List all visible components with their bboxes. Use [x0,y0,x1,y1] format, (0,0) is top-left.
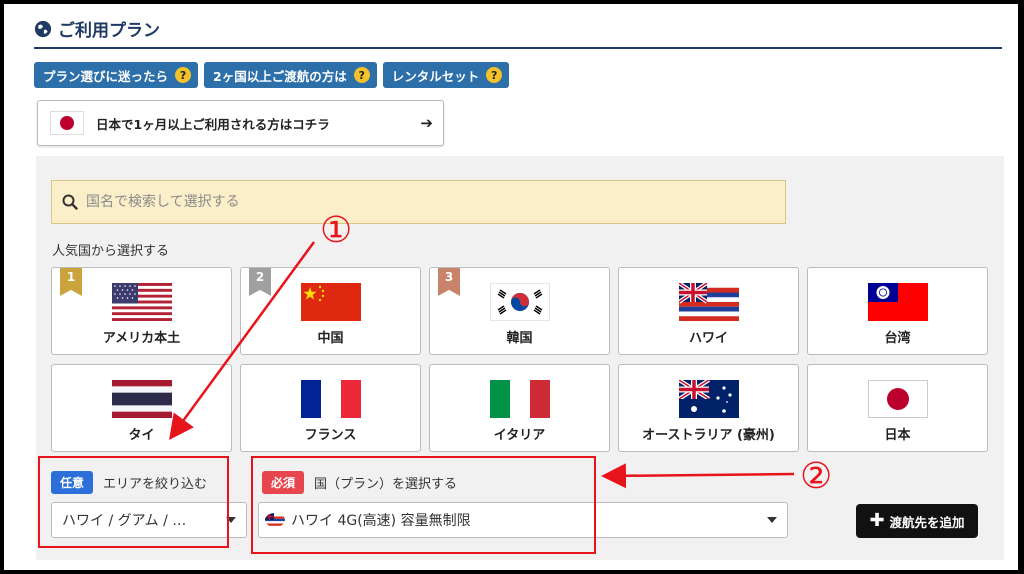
australia-flag-icon [678,380,739,418]
search-icon [62,194,78,210]
question-icon: ? [353,67,370,83]
china-flag-icon [300,283,361,321]
country-card-thailand[interactable]: タイ [51,364,232,452]
section-title-text: ご利用プラン [58,21,160,41]
korea-flag-icon [489,283,550,321]
annotation-box-area [38,456,229,548]
thailand-flag-icon [111,380,172,418]
add-destination-button[interactable]: ✚ 渡航先を追加 [856,504,978,538]
country-name: タイ [128,428,155,443]
popular-country-grid: 1 アメリカ本土 2 中国 3 韓国 ハワイ 台湾 タイ フランス イタリア オ… [51,267,989,452]
country-search-input[interactable] [84,193,728,211]
country-card-korea[interactable]: 3 韓国 [429,267,610,355]
arrow-right-icon: ➔ [420,114,433,132]
japan-flag-icon [50,111,84,135]
italy-flag-icon [489,380,550,418]
annotation-box-country [251,456,596,554]
hawaii-flag-icon [678,283,739,321]
country-search-box[interactable] [51,180,786,224]
help-button-row: プラン選びに迷ったら ? 2ヶ国以上ご渡航の方は ? レンタルセット ? [34,62,510,88]
taiwan-flag-icon [867,283,928,321]
usa-flag-icon [111,283,172,321]
france-flag-icon [300,380,361,418]
page-frame: ご利用プラン プラン選びに迷ったら ? 2ヶ国以上ご渡航の方は ? レンタルセッ… [4,4,1018,570]
annotation-marker-1: ① [320,210,353,251]
help-button-label: 2ヶ国以上ご渡航の方は [213,68,347,84]
country-name: ハワイ [688,331,728,346]
popular-countries-label: 人気国から選択する [52,244,170,259]
plus-icon: ✚ [869,510,885,531]
help-button-multi-country[interactable]: 2ヶ国以上ご渡航の方は ? [204,62,377,88]
annotation-marker-2: ② [800,456,833,497]
japan-flag-icon [867,380,928,418]
country-card-hawaii[interactable]: ハワイ [618,267,799,355]
question-icon: ? [486,67,503,83]
country-card-china[interactable]: 2 中国 [240,267,421,355]
long-stay-japan-link[interactable]: 日本で1ヶ月以上ご利用される方はコチラ ➔ [37,100,444,146]
country-name: 韓国 [506,331,533,346]
country-card-usa[interactable]: 1 アメリカ本土 [51,267,232,355]
help-button-rental-set[interactable]: レンタルセット ? [382,62,510,88]
country-card-taiwan[interactable]: 台湾 [807,267,988,355]
country-name: アメリカ本土 [102,331,181,346]
country-card-japan[interactable]: 日本 [807,364,988,452]
chevron-down-icon [767,517,777,523]
country-name: イタリア [493,428,546,443]
help-button-label: プラン選びに迷ったら [43,68,169,84]
question-icon: ? [175,67,192,83]
add-destination-label: 渡航先を追加 [889,514,965,530]
rank-badge: 2 [249,268,271,296]
country-name: オーストラリア (豪州) [642,428,775,443]
rank-badge: 3 [438,268,460,296]
country-name: 日本 [884,428,911,443]
globe-icon [34,20,52,37]
country-card-italy[interactable]: イタリア [429,364,610,452]
help-button-label: レンタルセット [391,68,480,84]
country-name: フランス [304,428,357,443]
country-card-france[interactable]: フランス [240,364,421,452]
country-card-australia[interactable]: オーストラリア (豪州) [618,364,799,452]
country-name: 中国 [317,331,344,346]
section-title: ご利用プラン [34,16,160,41]
rank-badge: 1 [60,268,82,296]
long-stay-label: 日本で1ヶ月以上ご利用される方はコチラ [96,116,330,132]
help-button-plan-choice[interactable]: プラン選びに迷ったら ? [34,62,199,88]
title-divider [34,47,1002,49]
country-name: 台湾 [884,331,911,346]
